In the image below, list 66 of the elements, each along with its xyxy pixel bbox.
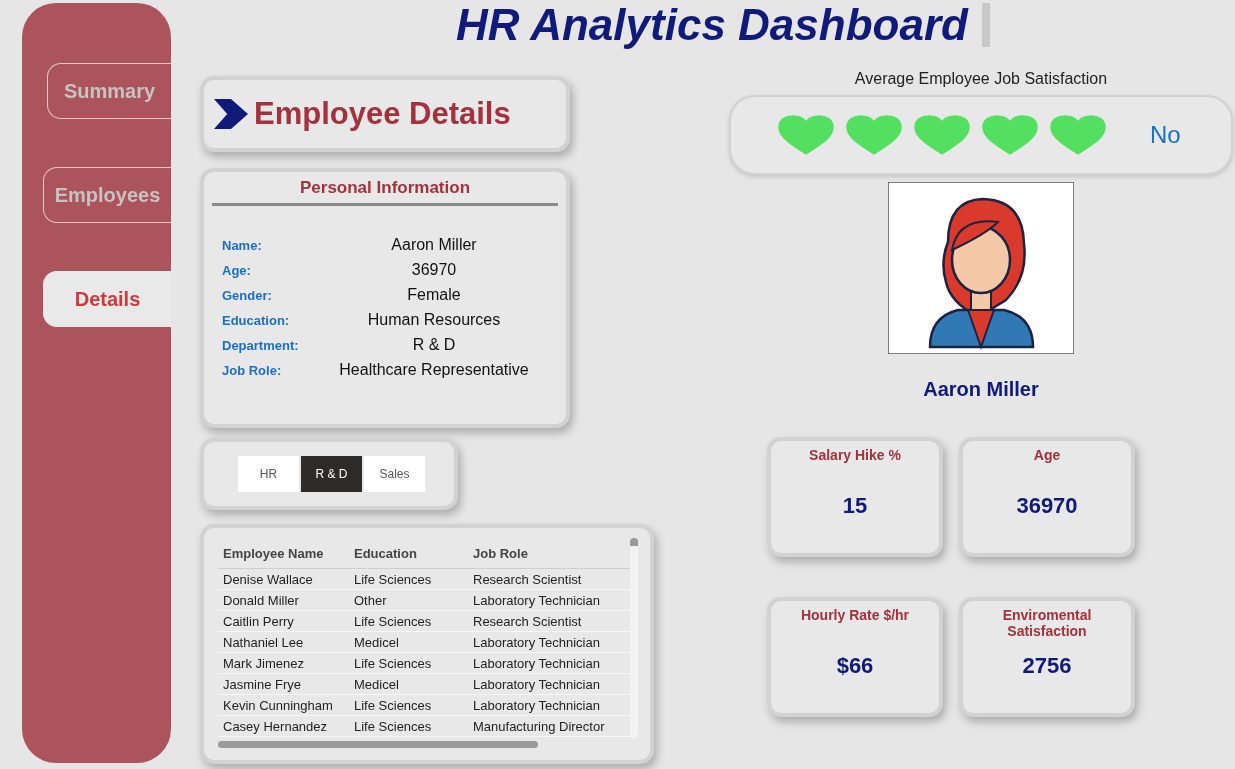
column-header: Employee Name: [222, 545, 325, 561]
page-heading: Employee Details: [254, 96, 511, 132]
table-cell-text: Life Sciences: [353, 697, 433, 713]
kpi-title: Age: [1032, 447, 1062, 465]
field-value: Female: [406, 286, 462, 304]
kpi-title: Hourly Rate $/hr: [800, 607, 910, 625]
kpi-value: 36970: [1016, 493, 1078, 519]
table-cell-text: Casey Hernandez: [222, 718, 329, 734]
heart-icon: [1050, 115, 1106, 155]
slicer-button[interactable]: R & D: [301, 456, 362, 492]
column-header: Education: [353, 545, 418, 561]
nav-button[interactable]: Details: [43, 271, 171, 327]
field-value: R & D: [411, 336, 457, 354]
kpi-title: Enviromental Satisfaction: [1001, 607, 1093, 641]
table-cell-text: Medicel: [353, 634, 400, 650]
field-label: Gender:: [222, 287, 273, 303]
slicer-button[interactable]: HR: [238, 456, 299, 492]
table-cell-text: Research Scientist: [472, 571, 583, 587]
table-cell-text: Life Sciences: [353, 718, 433, 734]
field-value: Aaron Miller: [390, 236, 478, 254]
field-label: Name:: [222, 237, 263, 253]
field-label: Age:: [222, 262, 252, 278]
chevron-icon: [214, 98, 248, 130]
heart-icon: [914, 115, 970, 155]
table-cell-text: Laboratory Technician: [472, 655, 601, 671]
field-value: 36970: [410, 261, 458, 279]
kpi-value: $66: [836, 653, 874, 679]
table-cell-text: Life Sciences: [353, 571, 433, 587]
table-cell-text: Mark Jimenez: [222, 655, 305, 671]
table-cell-text: Jasmine Frye: [222, 676, 303, 692]
column-header: Job Role: [472, 545, 529, 561]
dashboard-title: HR Analytics Dashboard: [456, 0, 968, 50]
field-label: Department:: [222, 337, 300, 353]
table-cell-text: Other: [353, 592, 388, 608]
table-cell-text: Life Sciences: [353, 655, 433, 671]
table-cell-text: Caitlin Perry: [222, 613, 295, 629]
table-cell-text: Manufacturing Director: [472, 718, 606, 734]
field-value: Human Resources: [366, 311, 502, 329]
heart-icon: [778, 115, 834, 155]
table-cell-text: Laboratory Technician: [472, 676, 601, 692]
table-cell-text: Nathaniel Lee: [222, 634, 305, 650]
field-label: Education:: [222, 312, 291, 328]
vertical-scrollbar[interactable]: [630, 538, 638, 738]
kpi-value: 15: [842, 493, 868, 519]
title-bar-mark: [981, 3, 990, 47]
kpi-title: Salary Hike %: [808, 447, 902, 465]
heart-icon: [982, 115, 1038, 155]
table-cell-text: Life Sciences: [353, 613, 433, 629]
horizontal-scrollbar[interactable]: [218, 741, 538, 748]
table-cell-text: Kevin Cunningham: [222, 697, 334, 713]
slicer-button[interactable]: Sales: [364, 456, 425, 492]
rating-value: No: [1150, 121, 1181, 149]
table-cell-text: Laboratory Technician: [472, 697, 601, 713]
field-value: Healthcare Representative: [338, 361, 530, 379]
table-cell-text: Laboratory Technician: [472, 592, 601, 608]
table-cell-text: Donald Miller: [222, 592, 300, 608]
table-cell-text: Laboratory Technician: [472, 634, 601, 650]
field-label: Job Role:: [222, 362, 283, 378]
table-cell-text: Medicel: [353, 676, 400, 692]
table-cell-text: Research Scientist: [472, 613, 583, 629]
employee-name: Aaron Miller: [923, 378, 1039, 401]
heart-icon: [846, 115, 902, 155]
table-cell-text: Denise Wallace: [222, 571, 314, 587]
kpi-value: 2756: [1022, 653, 1072, 679]
section-title: Personal Information: [212, 178, 558, 206]
rating-title: Average Employee Job Satisfaction: [854, 70, 1108, 88]
